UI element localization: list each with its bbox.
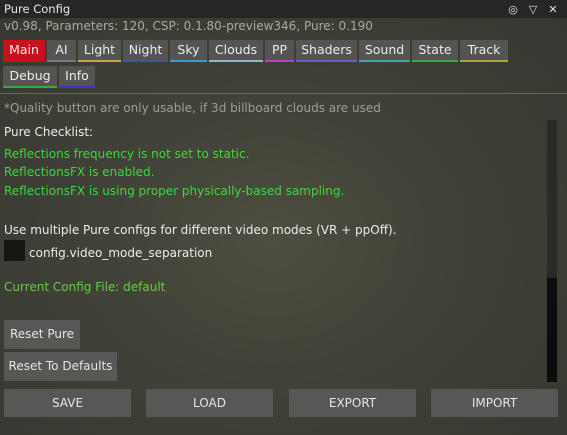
title-bar[interactable]: Pure Config ◎ ▽ ✕ <box>0 0 567 18</box>
save-button[interactable]: SAVE <box>4 389 131 417</box>
tab-light[interactable]: Light <box>78 40 121 62</box>
tab-debug[interactable]: Debug <box>3 66 57 88</box>
tabs-divider <box>0 93 567 94</box>
multi-config-description: Use multiple Pure configs for different … <box>4 223 397 237</box>
load-button[interactable]: LOAD <box>146 389 273 417</box>
checkbox-label[interactable]: config.video_mode_separation <box>29 246 212 260</box>
window-title: Pure Config <box>4 2 71 16</box>
quality-note: *Quality button are only usable, if 3d b… <box>4 101 381 115</box>
reset-to-defaults-button[interactable]: Reset To Defaults <box>4 352 117 381</box>
checklist-item: ReflectionsFX is enabled. <box>4 165 155 179</box>
tab-sky[interactable]: Sky <box>170 40 207 62</box>
collapse-icon[interactable]: ▽ <box>523 1 543 17</box>
version-info: v0.98, Parameters: 120, CSP: 0.1.80-prev… <box>4 19 373 33</box>
tab-track[interactable]: Track <box>460 40 508 62</box>
tab-clouds[interactable]: Clouds <box>209 40 263 62</box>
pure-config-window: Pure Config ◎ ▽ ✕ v0.98, Parameters: 120… <box>0 0 567 435</box>
checklist-item: ReflectionsFX is using proper physically… <box>4 184 345 198</box>
reset-pure-button[interactable]: Reset Pure <box>4 320 80 349</box>
tab-info[interactable]: Info <box>59 66 95 88</box>
export-button[interactable]: EXPORT <box>289 389 416 417</box>
tab-sound[interactable]: Sound <box>359 40 410 62</box>
main-content[interactable]: Pure Checklist: Reflections frequency is… <box>0 120 558 382</box>
current-config-file: Current Config File: default <box>4 280 166 294</box>
titlebar-icons: ◎ ▽ ✕ <box>503 1 563 17</box>
tab-night[interactable]: Night <box>123 40 168 62</box>
close-icon[interactable]: ✕ <box>543 1 563 17</box>
tab-ai[interactable]: AI <box>47 40 76 62</box>
tab-main[interactable]: Main <box>3 40 45 62</box>
checklist-item: Reflections frequency is not set to stat… <box>4 147 250 161</box>
import-button[interactable]: IMPORT <box>431 389 558 417</box>
tab-pp[interactable]: PP <box>265 40 294 62</box>
tab-state[interactable]: State <box>412 40 458 62</box>
checklist-heading: Pure Checklist: <box>4 125 94 139</box>
tab-shaders[interactable]: Shaders <box>296 40 357 62</box>
scrollbar[interactable] <box>547 120 557 382</box>
settings-icon[interactable]: ◎ <box>503 1 523 17</box>
scrollbar-thumb[interactable] <box>547 278 557 382</box>
video-mode-separation-checkbox[interactable] <box>4 240 25 261</box>
